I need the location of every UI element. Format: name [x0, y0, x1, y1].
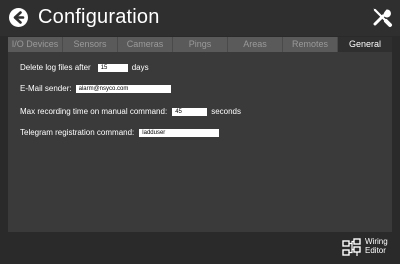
- max-recording-input[interactable]: [172, 108, 208, 116]
- delete-logs-unit: days: [131, 63, 149, 72]
- page-title: Configuration: [38, 6, 160, 28]
- delete-logs-label: Delete log files after: [20, 63, 91, 72]
- delete-logs-days-input[interactable]: [97, 64, 128, 72]
- tab-pings[interactable]: Pings: [173, 37, 228, 52]
- max-recording-row: Max recording time on manual command: se…: [20, 107, 241, 117]
- wiring-editor-button[interactable]: Wiring Editor: [342, 236, 396, 260]
- telegram-command-input[interactable]: [139, 129, 220, 137]
- email-sender-row: E-Mail sender:: [20, 84, 171, 94]
- back-button[interactable]: [9, 8, 28, 27]
- general-settings-panel: Delete log files after days E-Mail sende…: [8, 52, 392, 232]
- tab-cameras[interactable]: Cameras: [118, 37, 173, 52]
- max-recording-unit: seconds: [211, 107, 241, 116]
- telegram-label: Telegram registration command:: [20, 128, 135, 137]
- wiring-editor-label: Wiring Editor: [365, 237, 397, 255]
- tab-remotes[interactable]: Remotes: [283, 37, 338, 52]
- tab-areas[interactable]: Areas: [228, 37, 283, 52]
- header-bar: Configuration: [0, 0, 400, 36]
- back-arrow-icon: [13, 11, 25, 24]
- tab-general[interactable]: General: [338, 37, 392, 52]
- delete-logs-row: Delete log files after days: [20, 63, 149, 73]
- max-recording-label: Max recording time on manual command:: [20, 107, 168, 116]
- wiring-editor-label-line1: Wiring: [365, 237, 388, 246]
- email-sender-input[interactable]: [75, 85, 171, 93]
- wiring-diagram-icon: [342, 238, 361, 256]
- footer-bar: [0, 232, 400, 264]
- tab-sensors[interactable]: Sensors: [63, 37, 118, 52]
- tab-bar: I/O Devices Sensors Cameras Pings Areas …: [8, 37, 392, 52]
- telegram-row: Telegram registration command:: [20, 128, 220, 138]
- wrench-screwdriver-icon: [373, 8, 392, 27]
- tab-io-devices[interactable]: I/O Devices: [8, 37, 63, 52]
- wiring-editor-label-line2: Editor: [365, 246, 386, 255]
- email-sender-label: E-Mail sender:: [20, 84, 72, 93]
- tools-button[interactable]: [371, 6, 393, 28]
